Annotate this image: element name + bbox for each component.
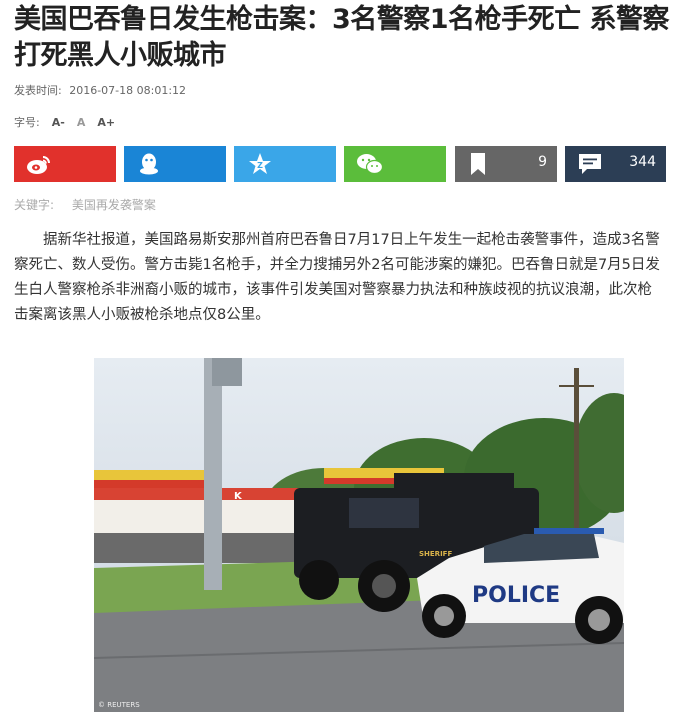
publish-label: 发表时间:	[14, 84, 62, 97]
publish-meta: 发表时间: 2016-07-18 08:01:12	[14, 82, 186, 98]
photo-credit: © REUTERS	[98, 701, 140, 709]
share-qzone-button[interactable]: Z	[234, 146, 336, 182]
page-title: 美国巴吞鲁日发生枪击案：3名警察1名枪手死亡 系警察打死黑人小贩城市	[14, 4, 669, 71]
store-sign-letter: K	[234, 491, 243, 502]
share-bar: Z 9 344	[14, 146, 666, 182]
font-size-controls: 字号: A- A A+	[14, 114, 115, 130]
bookmark-button[interactable]: 9	[455, 146, 557, 182]
font-increase-button[interactable]: A+	[97, 116, 115, 129]
share-wechat-button[interactable]	[344, 146, 446, 182]
publish-time: 2016-07-18 08:01:12	[69, 84, 187, 97]
article-photo: K SHERIFF POLICE © REUTERS	[94, 358, 624, 712]
font-normal-button[interactable]: A	[77, 116, 86, 129]
share-weibo-button[interactable]	[14, 146, 116, 182]
comment-count: 344	[629, 154, 656, 170]
weibo-icon	[26, 153, 52, 175]
keywords-row: 关键字: 美国再发袭警案	[14, 196, 156, 213]
sheriff-text: SHERIFF	[419, 550, 452, 558]
qq-icon	[138, 152, 160, 176]
font-size-label: 字号:	[14, 116, 40, 129]
article-body: 据新华社报道，美国路易斯安那州首府巴吞鲁日7月17日上午发生一起枪击袭警事件，造…	[14, 232, 660, 323]
comment-icon	[577, 152, 603, 176]
qzone-star-icon: Z	[248, 152, 272, 176]
wechat-icon	[356, 152, 384, 176]
keyword-link[interactable]: 美国再发袭警案	[72, 198, 156, 212]
font-decrease-button[interactable]: A-	[52, 116, 65, 129]
bookmark-count: 9	[538, 154, 547, 170]
article-page: 美国巴吞鲁日发生枪击案：3名警察1名枪手死亡 系警察打死黑人小贩城市 发表时间:…	[0, 0, 678, 718]
bookmark-icon	[469, 152, 487, 176]
keywords-label: 关键字:	[14, 198, 55, 212]
share-qq-button[interactable]	[124, 146, 226, 182]
svg-text:Z: Z	[257, 161, 263, 170]
police-car-text: POLICE	[472, 583, 560, 608]
comments-button[interactable]: 344	[565, 146, 666, 182]
